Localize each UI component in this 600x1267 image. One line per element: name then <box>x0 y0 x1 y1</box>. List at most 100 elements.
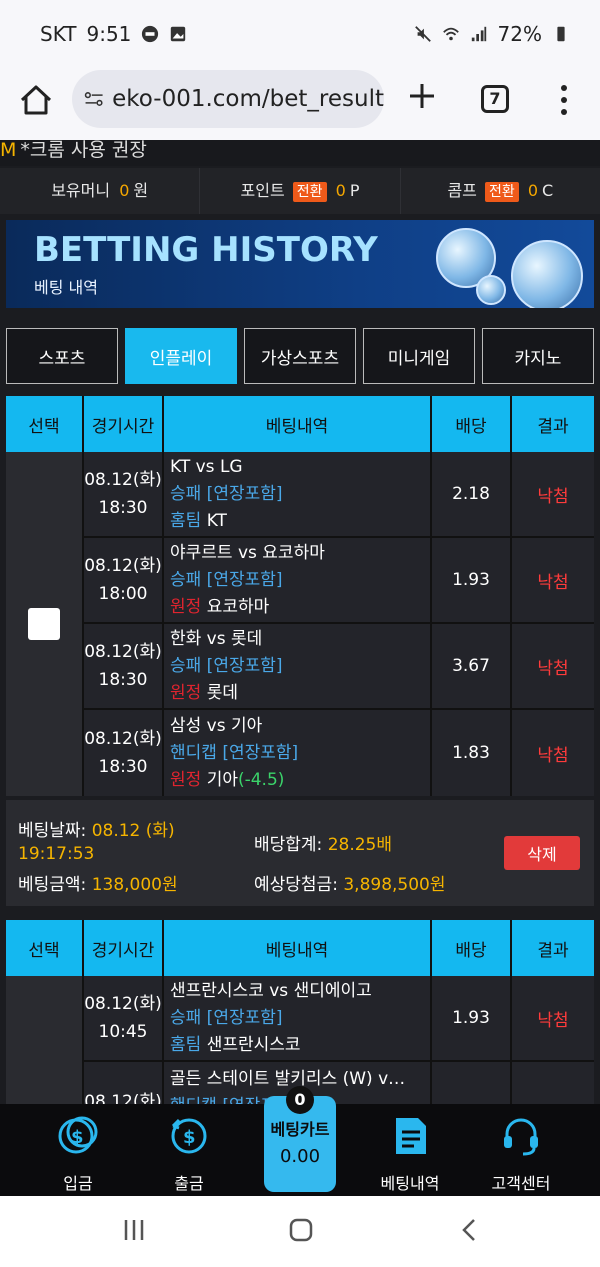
pick-team: 롯데 <box>206 682 238 703</box>
money-value: 0 <box>119 181 130 200</box>
nav-support-label: 고객센터 <box>491 1174 551 1193</box>
deposit-coin-icon: $ <box>58 1116 98 1154</box>
nav-withdraw[interactable]: $ 출금 <box>144 1114 234 1194</box>
expected-win-value: 3,898,500원 <box>343 875 446 895</box>
match-date: 08.12(화) <box>84 729 162 749</box>
point-balance: 포인트 전환 0P <box>200 168 401 214</box>
match-name: 한화 vs 롯데 <box>170 628 263 649</box>
odds-value: 1.93 <box>432 538 512 622</box>
total-odds-label: 배당합계: <box>254 835 323 855</box>
expected-win: 예상당첨금: 3,898,500원 <box>254 870 446 895</box>
bet-description: 한화 vs 롯데 승패 [연장포함] 원정 롯데 <box>164 624 432 708</box>
select-cell <box>6 452 84 796</box>
page-banner: BETTING HISTORY 베팅 내역 <box>6 220 594 308</box>
bet-rows: 08.12(화) 18:30 KT vs LG 승패 [연장포함] 홈팀 KT 2… <box>84 452 594 796</box>
battery-level: 72% <box>497 22 542 46</box>
address-bar[interactable]: eko-001.com/bet_result <box>72 70 384 128</box>
match-clock: 18:30 <box>98 498 148 518</box>
nav-history-label: 베팅내역 <box>380 1174 440 1193</box>
tab-sports[interactable]: 스포츠 <box>6 328 118 384</box>
table-row: 08.12(화) 18:30 삼성 vs 기아 핸디캡 [연장포함] 원정 기아(… <box>84 710 594 796</box>
home-nav-icon[interactable] <box>289 1218 313 1242</box>
recent-apps-icon[interactable] <box>122 1218 146 1242</box>
nav-history[interactable]: 베팅내역 <box>365 1114 455 1194</box>
result-status: 낙첨 <box>537 745 569 766</box>
select-cell <box>6 976 84 1110</box>
point-label: 포인트 <box>240 181 285 200</box>
back-icon[interactable] <box>458 1218 482 1242</box>
new-tab-icon[interactable] <box>406 80 438 112</box>
bet-amount-value: 138,000원 <box>91 875 178 895</box>
page: SKT 9:51 72% eko-001.com/bet_result 7 M *… <box>0 0 600 1267</box>
bet-description: KT vs LG 승패 [연장포함] 홈팀 KT <box>164 452 432 536</box>
pick-side: 원정 <box>170 769 202 790</box>
market-name: 승패 [연장포함] <box>170 1007 283 1028</box>
point-convert-button[interactable]: 전환 <box>292 182 327 202</box>
notice-ticker: M *크롬 사용 권장 <box>0 140 600 166</box>
bet-table: 선택 경기시간 베팅내역 배당 결과 08.12(화) 18:30 KT vs L… <box>6 396 594 796</box>
cart-count-badge: 0 <box>286 1086 314 1114</box>
match-name: KT vs LG <box>170 456 243 477</box>
carrier-label: SKT <box>40 22 77 46</box>
wallet-bar: 보유머니 0원 포인트 전환 0P 콤프 전환 0C <box>0 168 600 214</box>
table-row: 08.12(화) 골든 스테이트 발키리스 (W) v… 핸디캡 [연장포 <box>84 1062 594 1110</box>
result-status <box>512 1062 594 1110</box>
result-status: 낙첨 <box>537 486 569 507</box>
match-time: 08.12(화) <box>84 1062 164 1110</box>
match-name: 샌프란시스코 vs 샌디에이고 <box>170 980 372 1001</box>
total-odds-value: 28.25배 <box>327 835 393 855</box>
market-name: 승패 [연장포함] <box>170 569 283 590</box>
comp-convert-button[interactable]: 전환 <box>484 182 519 202</box>
match-name: 야쿠르트 vs 요코하마 <box>170 542 325 563</box>
table-row: 08.12(화) 18:30 한화 vs 롯데 승패 [연장포함] 원정 롯데 3… <box>84 624 594 710</box>
more-menu-icon[interactable] <box>558 82 570 118</box>
mute-icon <box>414 26 431 42</box>
bet-amount: 베팅금액: 138,000원 <box>18 870 178 895</box>
tab-virtual-sports[interactable]: 가상스포츠 <box>244 328 356 384</box>
bet-description: 샌프란시스코 vs 샌디에이고 승패 [연장포함] 홈팀 샌프란시스코 <box>164 976 432 1060</box>
odds-value: 1.83 <box>432 710 512 796</box>
pick-team: 샌프란시스코 <box>206 1034 301 1055</box>
site-settings-icon[interactable] <box>84 88 104 110</box>
market-name: 승패 [연장포함] <box>170 483 283 504</box>
banner-title: BETTING HISTORY <box>34 230 378 270</box>
match-time: 08.12(화) 18:30 <box>84 710 164 796</box>
pick-team: 요코하마 <box>206 596 270 617</box>
pick-side: 홈팀 <box>170 1034 202 1055</box>
market-name: 승패 [연장포함] <box>170 655 283 676</box>
header-result: 결과 <box>537 416 569 437</box>
delete-button[interactable]: 삭제 <box>504 836 580 870</box>
signal-icon <box>471 26 486 42</box>
result-status: 낙첨 <box>537 658 569 679</box>
match-clock: 18:30 <box>98 670 148 690</box>
bet-body: 08.12(화) 18:30 KT vs LG 승패 [연장포함] 홈팀 KT 2… <box>6 452 594 796</box>
svg-text:$: $ <box>71 1127 84 1148</box>
pick-side: 원정 <box>170 682 202 703</box>
tab-minigame[interactable]: 미니게임 <box>363 328 475 384</box>
expected-win-label: 예상당첨금: <box>254 875 338 895</box>
bet-amount-label: 베팅금액: <box>18 875 87 895</box>
header-time: 경기시간 <box>84 396 164 452</box>
tab-casino[interactable]: 카지노 <box>482 328 594 384</box>
pick-team: 기아 <box>206 769 238 790</box>
tab-inplay[interactable]: 인플레이 <box>125 328 237 384</box>
odds-value: 1.93 <box>432 976 512 1060</box>
bet-description: 삼성 vs 기아 핸디캡 [연장포함] 원정 기아(-4.5) <box>164 710 432 796</box>
nav-support[interactable]: 고객센터 <box>476 1114 566 1194</box>
tab-switcher-button[interactable]: 7 <box>481 85 509 113</box>
home-icon[interactable] <box>18 82 54 118</box>
header-select: 선택 <box>6 396 84 452</box>
market-name: 핸디캡 [연장포함] <box>170 742 299 763</box>
nav-deposit[interactable]: $ 입금 <box>33 1114 123 1194</box>
match-date: 08.12(화) <box>84 994 162 1014</box>
coin-decoration <box>511 240 583 308</box>
pick-side: 원정 <box>170 596 202 617</box>
bet-select-checkbox[interactable] <box>28 608 60 640</box>
money-balance: 보유머니 0원 <box>0 168 201 214</box>
total-odds: 배당합계: 28.25배 <box>254 830 392 855</box>
comp-value: 0 <box>527 181 539 200</box>
bet-time: 19:17:53 <box>18 844 94 864</box>
match-name: 삼성 vs 기아 <box>170 715 263 736</box>
headset-icon <box>504 1118 538 1156</box>
browser-toolbar: eko-001.com/bet_result 7 <box>0 70 600 140</box>
